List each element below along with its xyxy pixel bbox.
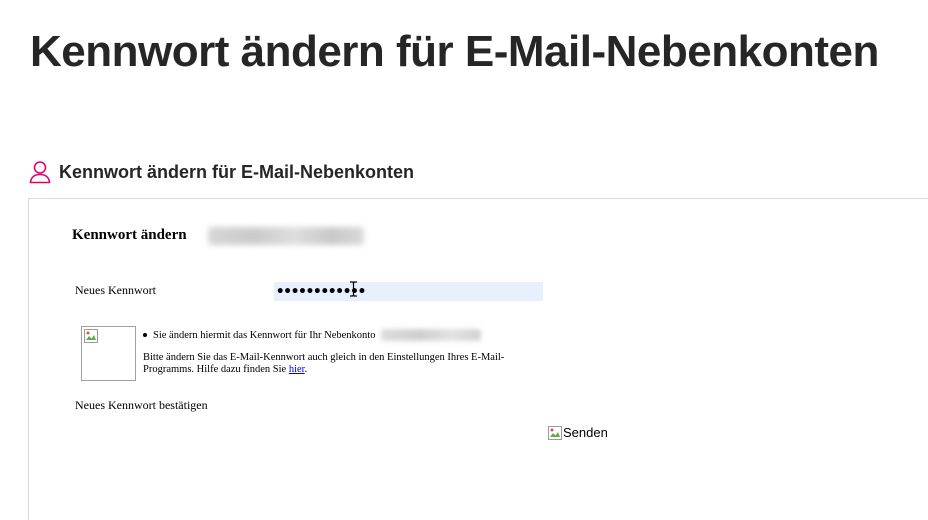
new-password-label: Neues Kennwort xyxy=(75,283,156,297)
new-password-input[interactable] xyxy=(274,282,543,301)
send-button[interactable]: Senden xyxy=(548,425,608,440)
bullet-dot xyxy=(143,333,147,337)
hint-paragraph: Bitte ändern Sie das E-Mail-Kennwort auc… xyxy=(143,352,543,376)
page-title: Kennwort ändern für E-Mail-Nebenkonten xyxy=(30,27,879,76)
section-title: Kennwort ändern für E-Mail-Nebenkonten xyxy=(59,161,415,182)
help-link[interactable]: hier xyxy=(289,364,305,375)
broken-image-icon xyxy=(81,326,136,381)
account-name-redacted xyxy=(208,227,364,245)
hint-text-end: . xyxy=(304,364,308,375)
hint-bullet-text: Sie ändern hiermit das Kennwort für Ihr … xyxy=(153,329,376,341)
user-icon xyxy=(29,160,51,184)
text-cursor-icon xyxy=(349,281,358,297)
send-button-label: Senden xyxy=(563,425,608,440)
confirm-password-label: Neues Kennwort bestätigen xyxy=(75,398,208,412)
section-header: Kennwort ändern für E-Mail-Nebenkonten xyxy=(29,159,414,185)
hint-text: Bitte ändern Sie das E-Mail-Kennwort auc… xyxy=(143,352,505,375)
email-address-redacted xyxy=(381,329,482,341)
broken-image-icon xyxy=(548,425,562,440)
hint-bullet-item: Sie ändern hiermit das Kennwort für Ihr … xyxy=(143,329,482,341)
form-heading: Kennwort ändern xyxy=(72,227,187,243)
